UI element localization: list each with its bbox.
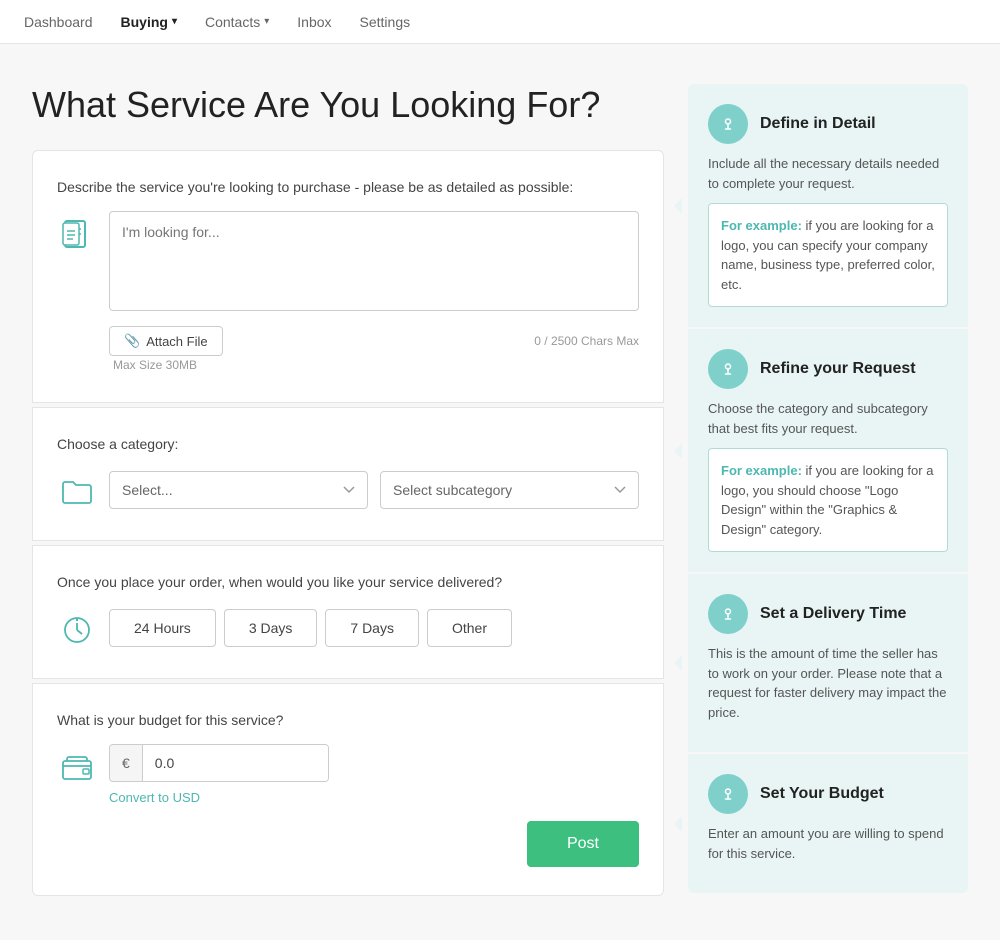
tip-1-example: For example: if you are looking for a lo… xyxy=(708,203,948,307)
category-select[interactable]: Select... xyxy=(109,471,368,509)
tips-sidebar: Define in Detail Include all the necessa… xyxy=(688,84,968,900)
char-count: 0 / 2500 Chars Max xyxy=(534,334,639,348)
folder-icon xyxy=(57,472,97,512)
wallet-icon xyxy=(57,748,97,788)
tip-2-body: Choose the category and subcategory that… xyxy=(708,399,948,438)
page-title: What Service Are You Looking For? xyxy=(32,84,664,126)
delivery-label: Once you place your order, when would yo… xyxy=(57,574,639,590)
nav-dashboard[interactable]: Dashboard xyxy=(24,14,93,30)
textarea-footer: 📎 Attach File 0 / 2500 Chars Max xyxy=(109,326,639,356)
nav-settings[interactable]: Settings xyxy=(360,14,411,30)
tip-2-icon xyxy=(708,349,748,389)
nav-inbox[interactable]: Inbox xyxy=(297,14,331,30)
tip-1-header: Define in Detail xyxy=(708,104,948,144)
category-card: Choose a category: Select... Select subc… xyxy=(32,407,664,541)
tip-1-icon xyxy=(708,104,748,144)
tip-1-body: Include all the necessary details needed… xyxy=(708,154,948,193)
buying-chevron-icon: ▾ xyxy=(172,16,177,27)
tip-1-title: Define in Detail xyxy=(760,115,876,133)
paperclip-icon: 📎 xyxy=(124,333,140,349)
post-button[interactable]: Post xyxy=(527,821,639,867)
service-textarea[interactable] xyxy=(109,211,639,311)
document-icon xyxy=(57,215,97,255)
navigation: Dashboard Buying ▾ Contacts ▾ Inbox Sett… xyxy=(0,0,1000,44)
textarea-wrap: 📎 Attach File 0 / 2500 Chars Max Max Siz… xyxy=(109,211,639,374)
tip-3-header: Set a Delivery Time xyxy=(708,594,948,634)
currency-prefix: € xyxy=(110,745,143,781)
tip-3-title: Set a Delivery Time xyxy=(760,605,906,623)
delivery-row: 24 Hours 3 Days 7 Days Other xyxy=(57,606,639,650)
tip-3-body: This is the amount of time the seller ha… xyxy=(708,644,948,722)
24-hours-button[interactable]: 24 Hours xyxy=(109,609,216,647)
tip-2-example: For example: if you are looking for a lo… xyxy=(708,448,948,552)
budget-field[interactable] xyxy=(143,745,328,781)
nav-contacts[interactable]: Contacts ▾ xyxy=(205,14,269,30)
tip-set-budget: Set Your Budget Enter an amount you are … xyxy=(688,754,968,893)
contacts-chevron-icon: ▾ xyxy=(264,16,269,27)
service-description-card: Describe the service you're looking to p… xyxy=(32,150,664,403)
tip-refine-request: Refine your Request Choose the category … xyxy=(688,329,968,572)
max-size-label: Max Size 30MB xyxy=(113,358,197,372)
budget-row: € Convert to USD xyxy=(57,744,639,805)
tip-1-example-label: For example: xyxy=(721,218,802,233)
textarea-row: 📎 Attach File 0 / 2500 Chars Max Max Siz… xyxy=(57,211,639,374)
tip-3-icon xyxy=(708,594,748,634)
tip-2-title: Refine your Request xyxy=(760,360,916,378)
nav-buying[interactable]: Buying ▾ xyxy=(121,14,177,30)
category-row: Select... Select subcategory xyxy=(57,468,639,512)
budget-input-box: € xyxy=(109,744,329,782)
time-buttons: 24 Hours 3 Days 7 Days Other xyxy=(109,609,512,647)
budget-label: What is your budget for this service? xyxy=(57,712,639,728)
clock-icon xyxy=(57,610,97,650)
other-button[interactable]: Other xyxy=(427,609,512,647)
tip-4-body: Enter an amount you are willing to spend… xyxy=(708,824,948,863)
main-content: What Service Are You Looking For? Descri… xyxy=(0,44,1000,940)
tip-delivery-time: Set a Delivery Time This is the amount o… xyxy=(688,574,968,752)
left-column: What Service Are You Looking For? Descri… xyxy=(32,84,664,900)
tip-4-title: Set Your Budget xyxy=(760,785,884,803)
subcategory-select[interactable]: Select subcategory xyxy=(380,471,639,509)
delivery-card: Once you place your order, when would yo… xyxy=(32,545,664,679)
tip-2-example-label: For example: xyxy=(721,463,802,478)
post-row: Post xyxy=(57,821,639,867)
selects-wrap: Select... Select subcategory xyxy=(109,471,639,509)
tip-4-header: Set Your Budget xyxy=(708,774,948,814)
7-days-button[interactable]: 7 Days xyxy=(325,609,419,647)
tip-define-detail: Define in Detail Include all the necessa… xyxy=(688,84,968,327)
service-label: Describe the service you're looking to p… xyxy=(57,179,639,195)
convert-to-usd-link[interactable]: Convert to USD xyxy=(109,790,639,805)
budget-input-wrap: € Convert to USD xyxy=(109,744,639,805)
tip-2-header: Refine your Request xyxy=(708,349,948,389)
tip-4-icon xyxy=(708,774,748,814)
3-days-button[interactable]: 3 Days xyxy=(224,609,318,647)
attach-file-button[interactable]: 📎 Attach File xyxy=(109,326,223,356)
budget-card: What is your budget for this service? € xyxy=(32,683,664,896)
category-label: Choose a category: xyxy=(57,436,639,452)
